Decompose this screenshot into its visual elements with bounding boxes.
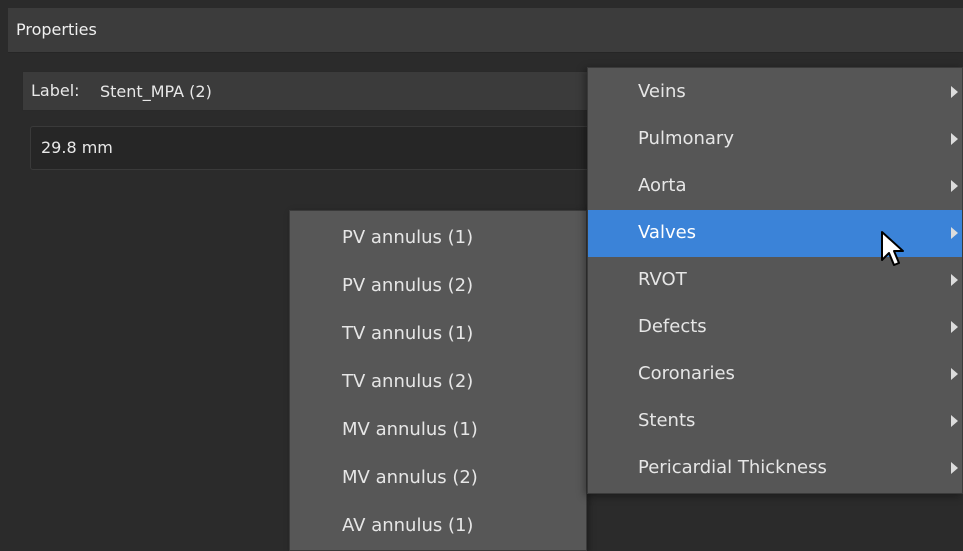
submenu-item-label: TV annulus (1) xyxy=(342,323,474,344)
menu-item-veins[interactable]: Veins xyxy=(588,69,962,116)
menu-item-stents[interactable]: Stents xyxy=(588,398,962,445)
menu-item-label: Aorta xyxy=(638,175,687,196)
menu-item-label: Pulmonary xyxy=(638,128,734,149)
triangle-right-icon xyxy=(951,321,958,333)
triangle-right-icon xyxy=(951,227,958,239)
submenu-item-label: PV annulus (1) xyxy=(342,227,474,248)
app-root: Properties Label: 29.8 mm PV annulus (1)… xyxy=(0,0,963,551)
menu-item-label: Coronaries xyxy=(638,363,735,384)
submenu-item-pv-annulus-1[interactable]: PV annulus (1) xyxy=(290,214,586,262)
triangle-right-icon xyxy=(951,415,958,427)
submenu-item-label: MV annulus (2) xyxy=(342,467,478,488)
mouse-pointer-icon xyxy=(881,231,904,266)
label-prefix: Label: xyxy=(31,81,80,100)
triangle-right-icon xyxy=(951,133,958,145)
triangle-right-icon xyxy=(951,180,958,192)
menu-item-defects[interactable]: Defects xyxy=(588,304,962,351)
context-menu: Veins Pulmonary Aorta Valves RVOT Defect… xyxy=(587,67,963,494)
submenu-item-label: MV annulus (1) xyxy=(342,419,478,440)
menu-item-label: Veins xyxy=(638,81,686,102)
measurement-field[interactable]: 29.8 mm xyxy=(30,126,650,170)
measurement-value: 29.8 mm xyxy=(41,138,113,157)
menu-item-label: Valves xyxy=(638,222,697,243)
submenu-item-label: TV annulus (2) xyxy=(342,371,474,392)
triangle-right-icon xyxy=(951,462,958,474)
menu-item-label: Defects xyxy=(638,316,707,337)
label-field-row: Label: xyxy=(22,71,642,111)
menu-item-label: Stents xyxy=(638,410,696,431)
menu-item-pericardial-thickness[interactable]: Pericardial Thickness xyxy=(588,445,962,492)
label-input[interactable] xyxy=(96,72,641,110)
menu-item-coronaries[interactable]: Coronaries xyxy=(588,351,962,398)
submenu-item-mv-annulus-1[interactable]: MV annulus (1) xyxy=(290,406,586,454)
menu-item-label: RVOT xyxy=(638,269,687,290)
submenu-item-tv-annulus-2[interactable]: TV annulus (2) xyxy=(290,358,586,406)
submenu-item-label: AV annulus (1) xyxy=(342,515,474,536)
panel-title: Properties xyxy=(16,20,97,39)
menu-item-label: Pericardial Thickness xyxy=(638,457,827,478)
menu-item-aorta[interactable]: Aorta xyxy=(588,163,962,210)
submenu-item-tv-annulus-1[interactable]: TV annulus (1) xyxy=(290,310,586,358)
submenu-item-av-annulus-1[interactable]: AV annulus (1) xyxy=(290,502,586,550)
valves-submenu: PV annulus (1) PV annulus (2) TV annulus… xyxy=(289,210,587,551)
menu-item-pulmonary[interactable]: Pulmonary xyxy=(588,116,962,163)
triangle-right-icon xyxy=(951,86,958,98)
submenu-item-mv-annulus-2[interactable]: MV annulus (2) xyxy=(290,454,586,502)
triangle-right-icon xyxy=(951,368,958,380)
submenu-item-label: PV annulus (2) xyxy=(342,275,474,296)
submenu-item-pv-annulus-2[interactable]: PV annulus (2) xyxy=(290,262,586,310)
triangle-right-icon xyxy=(951,274,958,286)
properties-header: Properties xyxy=(8,8,963,53)
